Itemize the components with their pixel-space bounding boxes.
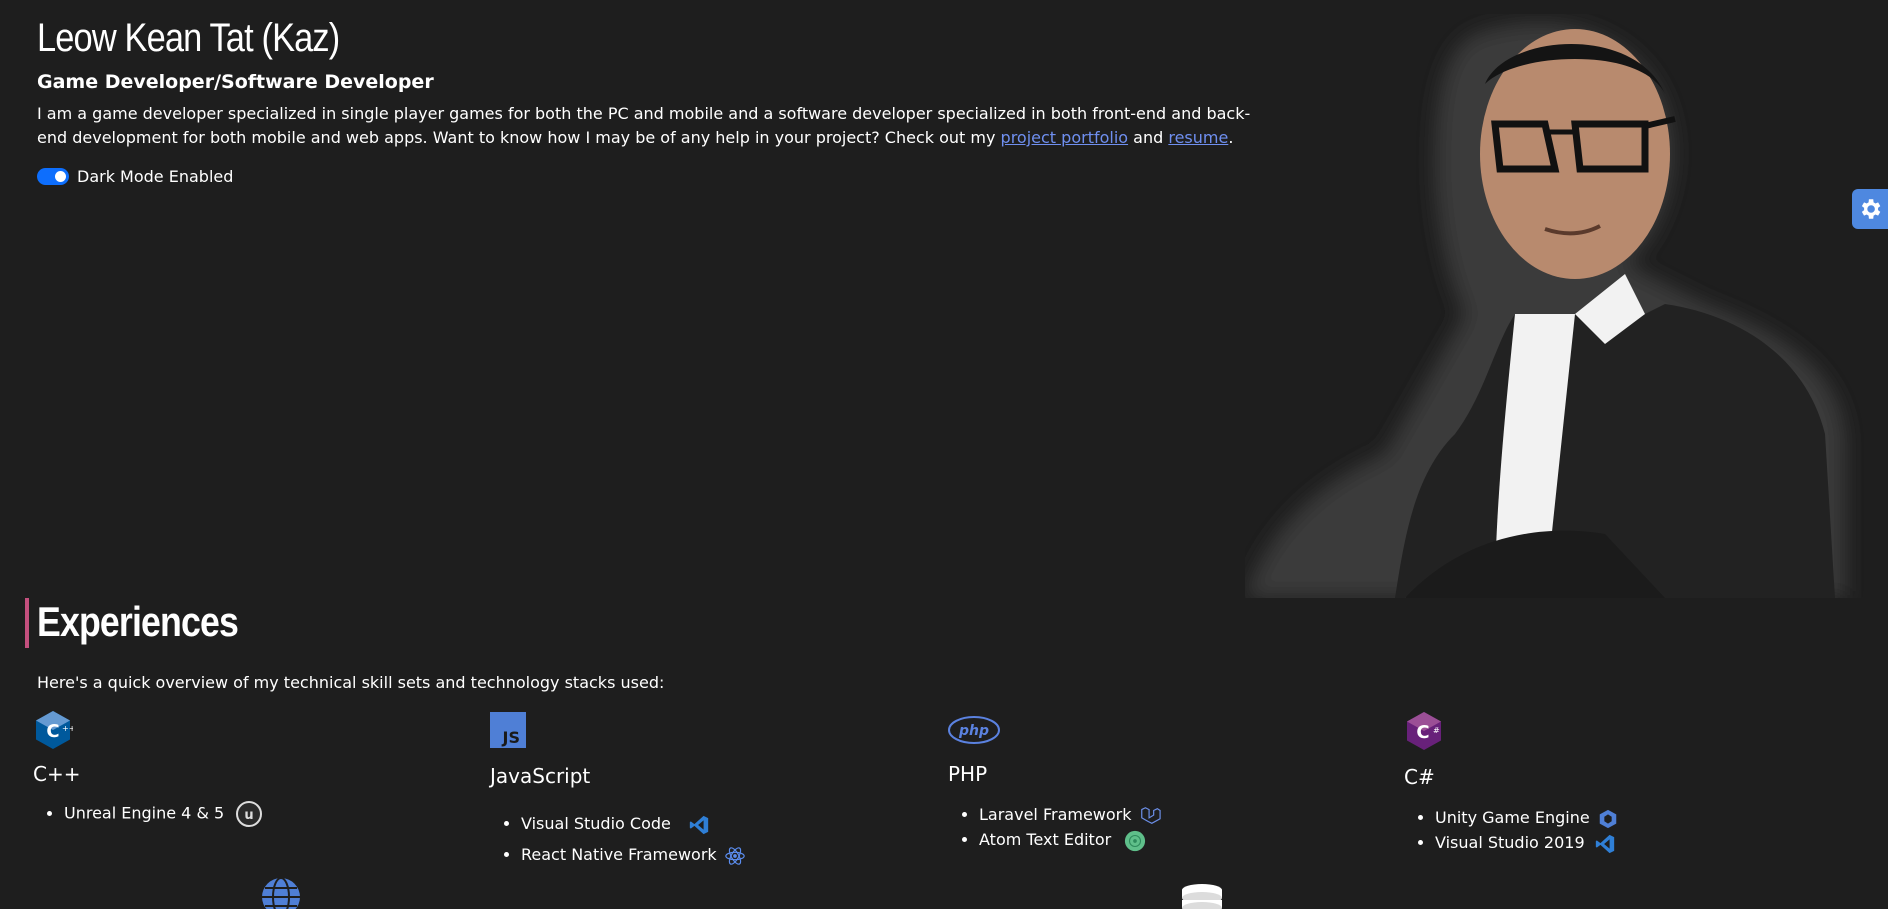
project-portfolio-link[interactable]: project portfolio <box>1001 128 1129 147</box>
resume-link[interactable]: resume <box>1168 128 1228 147</box>
svg-text:php: php <box>958 723 989 739</box>
intro-paragraph: I am a game developer specialized in sin… <box>37 102 1267 150</box>
list-item: React Native Framework <box>521 839 746 870</box>
list-item: Unity Game Engine <box>1435 805 1619 830</box>
skill-name: C++ <box>33 762 81 786</box>
list-item: Atom Text Editor <box>979 827 1161 852</box>
dark-mode-toggle[interactable] <box>37 168 69 185</box>
laravel-icon <box>1140 806 1161 824</box>
experiences-heading: Experiences <box>37 598 239 645</box>
globe-icon <box>262 877 300 909</box>
database-icon <box>1182 884 1222 909</box>
tool-label: React Native Framework <box>521 845 717 864</box>
svg-text:u: u <box>245 808 254 823</box>
svg-text:C: C <box>1416 722 1429 743</box>
list-item: Visual Studio 2019 <box>1435 830 1619 855</box>
unity-icon <box>1599 809 1617 828</box>
vscode-icon <box>689 815 709 834</box>
list-item: Unreal Engine 4 & 5 u <box>64 800 263 828</box>
tool-label: Unity Game Engine <box>1435 808 1590 827</box>
dark-mode-label: Dark Mode Enabled <box>77 167 234 186</box>
experiences-subtitle: Here's a quick overview of my technical … <box>37 673 665 692</box>
skill-javascript: JS JavaScript Visual Studio Code React N… <box>490 712 746 870</box>
page-title: Leow Kean Tat (Kaz) <box>37 16 340 60</box>
dark-mode-toggle-row: Dark Mode Enabled <box>37 167 233 186</box>
gear-icon <box>1861 199 1881 219</box>
skill-name: PHP <box>948 762 988 786</box>
skill-name: C# <box>1404 765 1435 789</box>
tool-label: Unreal Engine 4 & 5 <box>64 803 225 823</box>
tool-list: Unreal Engine 4 & 5 u <box>64 800 263 828</box>
skill-php: php PHP Laravel Framework Atom Text Edit… <box>948 716 1161 852</box>
svg-text:JS: JS <box>502 728 520 747</box>
profile-photo <box>1245 23 1845 598</box>
javascript-icon: JS <box>490 712 526 748</box>
svg-text:C: C <box>46 721 59 742</box>
skill-cpp: C ++ C++ Unreal Engine 4 & 5 u <box>33 710 263 828</box>
list-item: Visual Studio Code <box>521 808 746 839</box>
skill-csharp: C # C# Unity Game Engine Visual Studio 2… <box>1404 711 1619 855</box>
and-text: and <box>1128 128 1169 147</box>
list-item: Laravel Framework <box>979 802 1161 827</box>
atom-icon <box>1125 830 1146 851</box>
react-icon <box>725 846 745 865</box>
tool-label: Atom Text Editor <box>979 830 1112 849</box>
tool-label: Laravel Framework <box>979 805 1132 824</box>
svg-text:++: ++ <box>62 724 73 733</box>
tool-label: Visual Studio 2019 <box>1435 833 1585 852</box>
tool-label: Visual Studio Code <box>521 814 671 833</box>
svg-text:#: # <box>1433 726 1440 735</box>
cpp-icon: C ++ <box>36 711 73 749</box>
skill-name: JavaScript <box>490 764 591 788</box>
tool-list: Laravel Framework Atom Text Editor <box>979 802 1161 852</box>
csharp-icon: C # <box>1407 712 1441 750</box>
period-text: . <box>1228 128 1234 147</box>
hero-section: Leow Kean Tat (Kaz) Game Developer/Softw… <box>0 0 1888 598</box>
job-role: Game Developer/Software Developer <box>37 71 434 93</box>
tool-list: Visual Studio Code React Native Framewor… <box>521 808 746 870</box>
settings-button[interactable] <box>1852 189 1888 229</box>
unreal-engine-icon: u <box>236 801 263 827</box>
tool-list: Unity Game Engine Visual Studio 2019 <box>1435 805 1619 855</box>
section-accent-bar <box>25 598 29 648</box>
visual-studio-icon <box>1595 834 1614 853</box>
php-icon: php <box>948 716 1000 744</box>
